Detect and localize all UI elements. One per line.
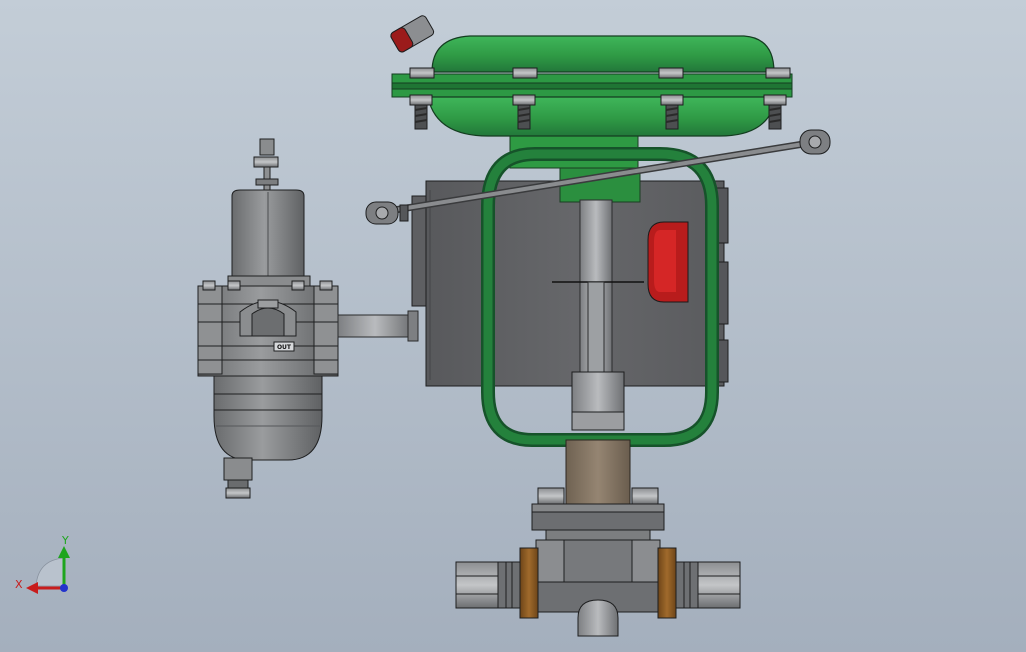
y-axis-label: Y bbox=[61, 534, 69, 547]
valve-bonnet bbox=[565, 439, 631, 505]
x-axis-label: X bbox=[15, 578, 23, 591]
stem-connector-lower bbox=[571, 411, 625, 431]
supply-tube bbox=[337, 314, 413, 338]
bonnet-flange-top bbox=[531, 503, 665, 513]
tube-fitting bbox=[407, 310, 419, 342]
model-scene[interactable]: OUT Y X bbox=[0, 0, 1026, 652]
out-port-label: OUT bbox=[277, 344, 292, 351]
z-axis-dot bbox=[60, 584, 68, 592]
stem-connector bbox=[571, 371, 625, 417]
valve-stem bbox=[587, 281, 605, 373]
graphics-viewport[interactable]: OUT Y X bbox=[0, 0, 1026, 652]
indicator-window-highlight bbox=[654, 230, 676, 292]
